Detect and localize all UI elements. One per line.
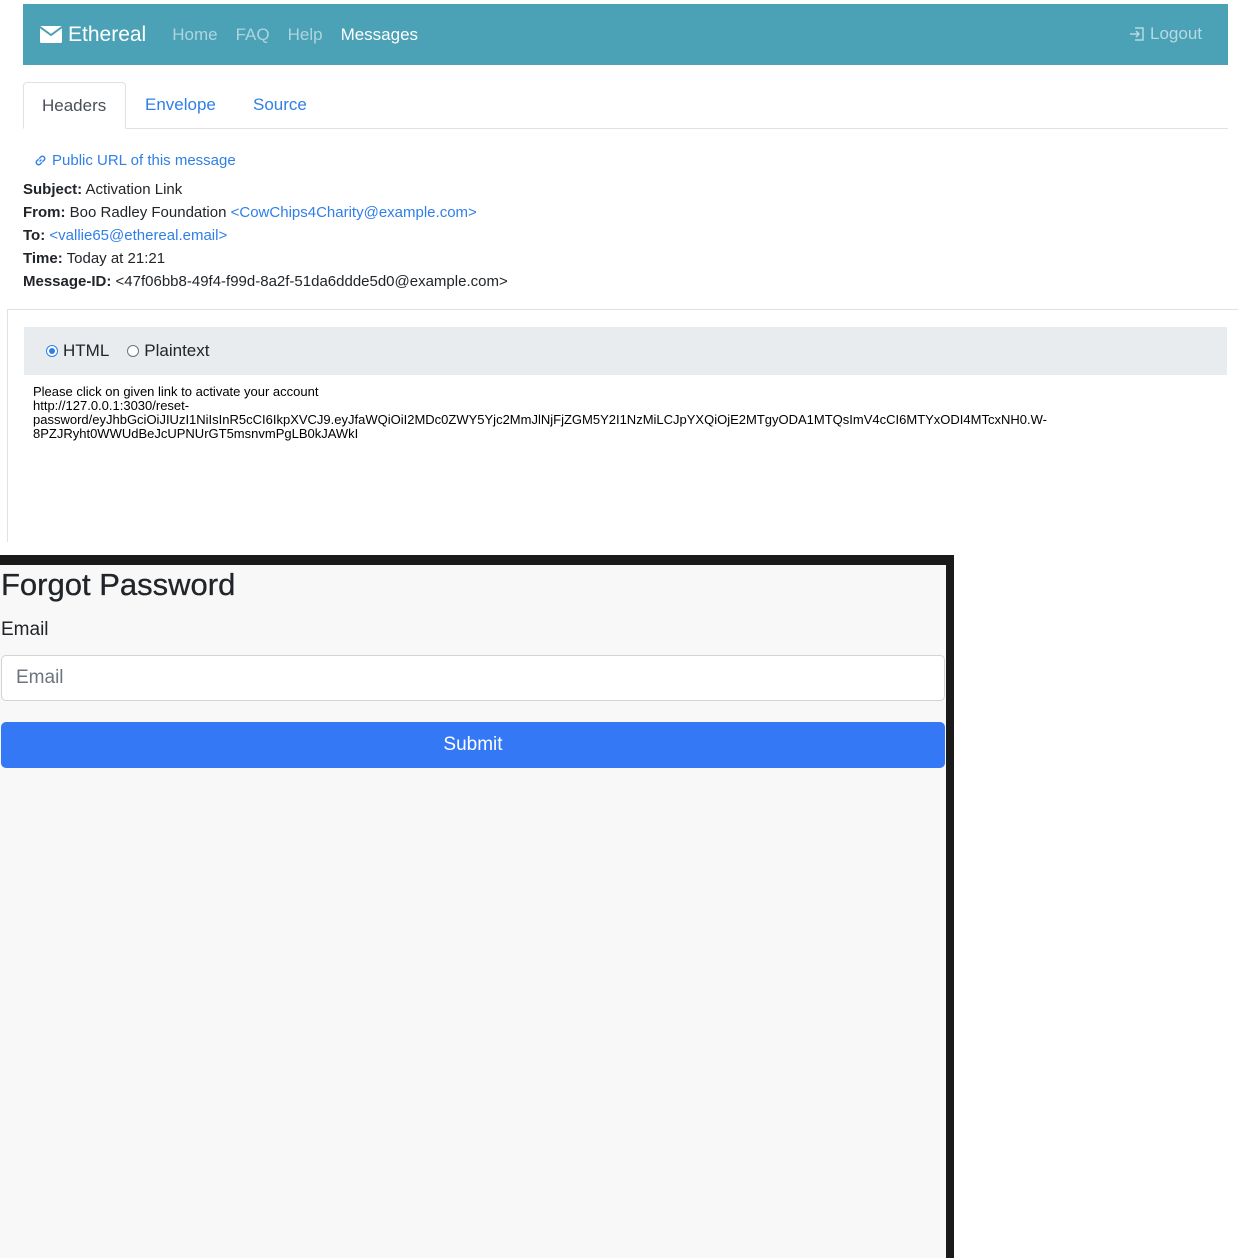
time-value: Today at 21:21 (66, 250, 166, 267)
public-url-link[interactable]: Public URL of this message (33, 152, 236, 169)
public-url-label: Public URL of this message (52, 152, 236, 169)
from-label: From: (23, 204, 66, 221)
activation-link-part[interactable]: 8PZJRyht0WWUdBeJcUPNUrGT5msnvmPgLB0kJAWk… (33, 427, 1213, 441)
activation-link-part[interactable]: http://127.0.0.1:3030/reset- (33, 399, 1213, 413)
nav-link-home[interactable]: Home (172, 25, 217, 45)
radio-plaintext[interactable]: Plaintext (127, 341, 209, 361)
forgot-password-panel: Forgot Password Email Submit (0, 565, 946, 1258)
subject-line: Subject: Activation Link (23, 181, 182, 198)
brand-logo[interactable]: Ethereal (40, 23, 146, 47)
message-id-value: <47f06bb8-49f4-f99d-8a2f-51da6ddde5d0@ex… (115, 273, 508, 290)
content-border (7, 309, 8, 542)
message-id-label: Message-ID: (23, 273, 112, 290)
time-label: Time: (23, 250, 63, 267)
logout-icon (1130, 27, 1144, 41)
from-name: Boo Radley Foundation (69, 204, 227, 221)
from-line: From: Boo Radley Foundation <CowChips4Ch… (23, 204, 477, 221)
tab-headers[interactable]: Headers (23, 82, 126, 129)
nav-link-messages[interactable]: Messages (341, 25, 418, 45)
forgot-password-window: Forgot Password Email Submit (0, 555, 954, 1258)
brand-name: Ethereal (68, 22, 147, 46)
submit-button[interactable]: Submit (1, 722, 945, 768)
radio-html[interactable]: HTML (46, 341, 109, 361)
to-email-link[interactable]: <vallie65@ethereal.email> (49, 227, 227, 244)
tab-source[interactable]: Source (235, 82, 325, 128)
subject-value: Activation Link (85, 181, 183, 198)
email-label: Email (1, 619, 49, 640)
tab-envelope[interactable]: Envelope (127, 82, 234, 128)
format-toggle-bar: HTML Plaintext (24, 327, 1227, 375)
logout-link[interactable]: Logout (1129, 24, 1202, 44)
logout-label: Logout (1150, 24, 1202, 43)
radio-plaintext-indicator[interactable] (127, 345, 140, 357)
message-tabs: Headers Envelope Source (23, 82, 1228, 129)
envelope-icon (40, 26, 62, 43)
time-line: Time: Today at 21:21 (23, 250, 165, 267)
to-label: To: (23, 227, 46, 244)
radio-plaintext-label: Plaintext (144, 341, 210, 360)
from-email-link[interactable]: <CowChips4Charity@example.com> (231, 204, 477, 221)
link-icon (35, 155, 46, 166)
radio-html-label: HTML (63, 341, 110, 360)
nav-link-faq[interactable]: FAQ (236, 25, 270, 45)
email-body-text: Please click on given link to activate y… (33, 384, 319, 399)
email-body: Please click on given link to activate y… (33, 385, 1213, 441)
nav-link-help[interactable]: Help (288, 25, 323, 45)
activation-link-part[interactable]: password/eyJhbGciOiJIUzI1NiIsInR5cCI6Ikp… (33, 413, 1213, 427)
message-id-line: Message-ID: <47f06bb8-49f4-f99d-8a2f-51d… (23, 273, 508, 290)
radio-html-indicator[interactable] (46, 345, 58, 357)
email-field[interactable] (1, 655, 945, 701)
top-navbar: Ethereal Home FAQ Help Messages Logout (23, 4, 1228, 65)
subject-label: Subject: (23, 181, 83, 198)
page-title: Forgot Password (1, 567, 236, 602)
to-line: To: <vallie65@ethereal.email> (23, 227, 227, 244)
content-divider (7, 309, 1238, 310)
